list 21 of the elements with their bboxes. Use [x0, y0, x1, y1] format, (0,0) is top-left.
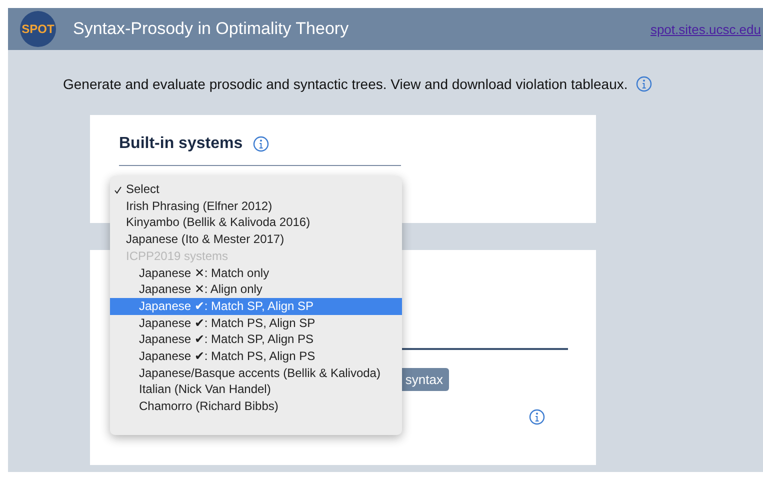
- card-heading: Built-in systems: [119, 135, 243, 153]
- dropdown-option[interactable]: Japanese/Basque accents (Bellik & Kalivoda): [110, 364, 402, 382]
- site-title: Syntax-Prosody in Optimality Theory: [73, 19, 350, 39]
- dropdown-option[interactable]: Japanese (Ito & Mester 2017): [110, 231, 402, 248]
- syntax-button[interactable]: syntax: [399, 368, 449, 391]
- info-icon[interactable]: [252, 136, 269, 152]
- dropdown-option[interactable]: Japanese ✔: Match PS, Align PS: [110, 348, 402, 365]
- dropdown-option[interactable]: Irish Phrasing (Elfner 2012): [110, 198, 402, 214]
- dropdown-option[interactable]: Japanese ✕: Align only: [110, 281, 402, 298]
- dropdown-option[interactable]: Japanese ✔: Match SP, Align PS: [110, 331, 402, 348]
- info-icon[interactable]: [636, 76, 652, 92]
- intro-text: Generate and evaluate prosodic and syntactic trees. View and download violation tableaux.: [63, 76, 628, 92]
- dropdown-option[interactable]: Chamorro (Richard Bibbs): [110, 398, 402, 415]
- dropdown-option[interactable]: Select: [110, 181, 402, 198]
- logo[interactable]: SPOT: [20, 11, 56, 47]
- dropdown-option[interactable]: Italian (Nick Van Handel): [110, 381, 402, 398]
- info-icon[interactable]: [529, 409, 545, 425]
- dropdown-option[interactable]: Kinyambo (Bellik & Kalivoda 2016): [110, 214, 402, 232]
- dropdown-option[interactable]: Japanese ✔: Match SP, Align SP: [110, 298, 402, 315]
- dropdown-option[interactable]: Japanese ✕: Match only: [110, 264, 402, 282]
- dropdown-option[interactable]: Japanese ✔: Match PS, Align SP: [110, 314, 402, 332]
